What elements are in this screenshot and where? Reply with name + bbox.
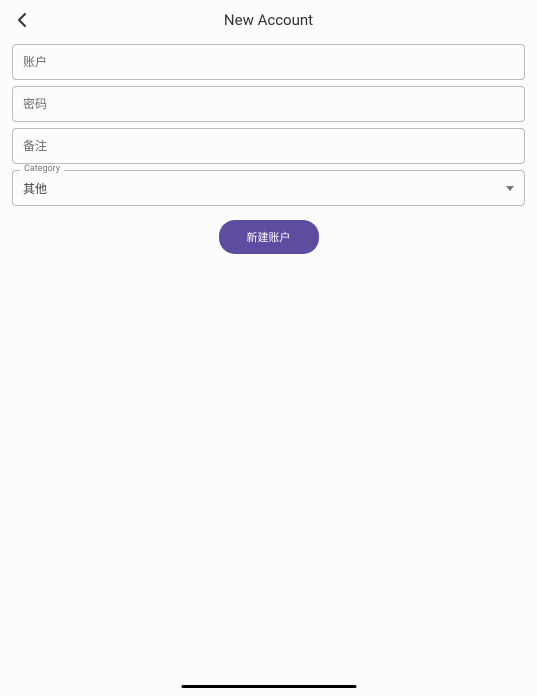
header: New Account xyxy=(0,0,537,40)
category-select[interactable]: 其他 xyxy=(12,170,525,206)
create-account-button[interactable]: 新建账户 xyxy=(219,220,319,254)
category-select-wrapper: Category 其他 xyxy=(12,170,525,206)
category-value: 其他 xyxy=(23,180,47,197)
chevron-down-icon xyxy=(506,186,514,191)
back-button[interactable] xyxy=(12,10,32,30)
chevron-left-icon xyxy=(17,12,27,28)
form-container: Category 其他 新建账户 xyxy=(0,40,537,254)
category-label: Category xyxy=(20,164,64,174)
home-indicator xyxy=(181,685,356,688)
password-input[interactable] xyxy=(12,86,525,122)
note-input[interactable] xyxy=(12,128,525,164)
page-title: New Account xyxy=(0,11,537,29)
account-input[interactable] xyxy=(12,44,525,80)
